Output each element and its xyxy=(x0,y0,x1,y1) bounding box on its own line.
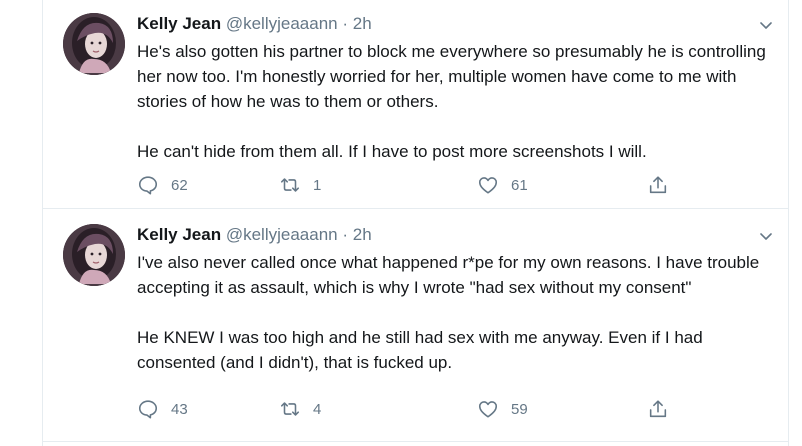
reply-count: 43 xyxy=(171,400,188,418)
tweet[interactable]: Kelly Jean @kellyjeaaann · 2h I've also … xyxy=(43,209,788,441)
like-count: 59 xyxy=(511,400,528,418)
tweet-header: Kelly Jean @kellyjeaaann · 2h xyxy=(137,225,372,247)
reply-icon xyxy=(138,400,158,419)
share-button[interactable] xyxy=(647,173,669,197)
like-button[interactable]: 59 xyxy=(477,397,528,421)
avatar[interactable] xyxy=(63,13,125,75)
heart-icon xyxy=(478,401,498,418)
display-name[interactable]: Kelly Jean xyxy=(137,14,221,33)
user-handle[interactable]: @kellyjeaaann xyxy=(226,14,338,33)
retweet-button[interactable]: 1 xyxy=(279,173,321,197)
timeline: Kelly Jean @kellyjeaaann · 2h He's also … xyxy=(0,0,802,446)
tweet-paragraph: He can't hide from them all. If I have t… xyxy=(137,142,647,161)
retweet-count: 1 xyxy=(313,176,322,194)
tweet-text: He's also gotten his partner to block me… xyxy=(137,39,777,164)
share-icon xyxy=(649,400,667,418)
reply-icon xyxy=(138,176,158,195)
tweet-paragraph: He's also gotten his partner to block me… xyxy=(137,42,766,111)
reply-button[interactable]: 62 xyxy=(137,173,188,197)
retweet-count: 4 xyxy=(313,400,322,418)
retweet-icon xyxy=(280,402,300,416)
retweet-icon xyxy=(280,178,300,192)
tweet-actions: 62 1 61 xyxy=(137,173,697,197)
tweet-actions: 43 4 59 xyxy=(137,397,697,421)
tweet-paragraph: He KNEW I was too high and he still had … xyxy=(137,328,703,372)
heart-icon xyxy=(478,177,498,194)
timestamp[interactable]: 2h xyxy=(353,14,372,33)
tweet-paragraph: I've also never called once what happene… xyxy=(137,253,760,297)
share-icon xyxy=(649,176,667,194)
retweet-button[interactable]: 4 xyxy=(279,397,321,421)
tweet-text: I've also never called once what happene… xyxy=(137,250,777,375)
reply-count: 62 xyxy=(171,176,188,194)
display-name[interactable]: Kelly Jean xyxy=(137,225,221,244)
like-count: 61 xyxy=(511,176,528,194)
tweet-header: Kelly Jean @kellyjeaaann · 2h xyxy=(137,14,372,36)
user-handle[interactable]: @kellyjeaaann xyxy=(226,225,338,244)
tweet[interactable]: Kelly Jean @kellyjeaaann · 2h He's also … xyxy=(43,0,788,208)
chevron-down-icon[interactable] xyxy=(758,228,774,244)
timeline-right-border xyxy=(788,0,789,446)
chevron-down-icon[interactable] xyxy=(758,17,774,33)
share-button[interactable] xyxy=(647,397,669,421)
avatar-image xyxy=(63,224,125,286)
separator-dot: · xyxy=(342,14,349,33)
like-button[interactable]: 61 xyxy=(477,173,528,197)
avatar-image xyxy=(63,13,125,75)
separator-dot: · xyxy=(342,225,349,244)
avatar[interactable] xyxy=(63,224,125,286)
tweet-divider xyxy=(43,441,788,442)
reply-button[interactable]: 43 xyxy=(137,397,188,421)
timestamp[interactable]: 2h xyxy=(353,225,372,244)
